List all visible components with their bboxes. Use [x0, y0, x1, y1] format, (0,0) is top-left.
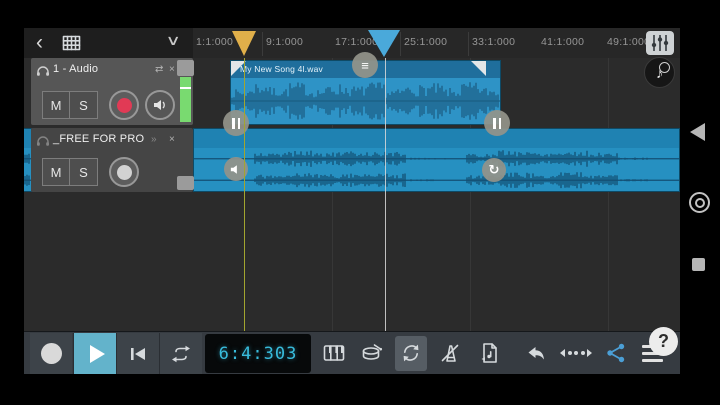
more-dots-icon	[560, 349, 592, 357]
track1-title: 1 - Audio	[53, 63, 98, 75]
play-icon	[90, 345, 105, 363]
trim-right-handle[interactable]	[484, 110, 510, 136]
clip-loop-handle[interactable]: ↻	[482, 158, 506, 182]
top-toolbar: ‹ ∨ 1:1:000 9:1:000 17:1:000 25:1:000 33…	[24, 28, 680, 59]
clip-waveform	[231, 78, 500, 124]
import-audio-button[interactable]	[479, 342, 501, 364]
bar-gridline	[608, 58, 609, 331]
close-icon[interactable]: ×	[169, 134, 175, 145]
ruler-tick: 25:1:000	[404, 36, 447, 48]
collapse-icon[interactable]: ⇄	[155, 64, 163, 75]
record-dot	[117, 98, 132, 113]
track2-mute-button[interactable]: M	[42, 158, 70, 186]
transport-bar: 6:4:303	[24, 331, 680, 374]
ruler-tick: 41:1:000	[541, 36, 584, 48]
undo-button[interactable]	[525, 342, 547, 364]
clip-header	[194, 129, 679, 148]
trim-bars-icon	[493, 118, 501, 129]
record-dot	[117, 165, 132, 180]
clip-name: My New Song 4l.wav	[240, 64, 323, 74]
record-button[interactable]	[30, 333, 72, 374]
arrangement-area[interactable]: My New Song 4l.wav ≡ ↻	[24, 58, 680, 331]
android-back-button[interactable]	[690, 123, 705, 141]
track1-record-arm-button[interactable]	[109, 90, 139, 120]
back-icon[interactable]: ‹	[36, 29, 43, 57]
track2-solo-button[interactable]: S	[70, 158, 98, 186]
track1-monitor-button[interactable]	[145, 90, 175, 120]
track2-panel: _FREE FOR PRO » × M S	[31, 128, 193, 192]
clip-waveform	[194, 148, 679, 191]
ruler-tick: 9:1:000	[266, 36, 303, 48]
sync-button[interactable]	[400, 342, 422, 364]
chevron-down-icon[interactable]: ∨	[165, 32, 180, 49]
share-button[interactable]	[605, 342, 627, 364]
volume-line	[180, 87, 191, 89]
clip-header	[24, 129, 31, 148]
play-button[interactable]	[73, 333, 116, 374]
loops-library-button[interactable]: ♪	[644, 57, 675, 88]
drums-button[interactable]	[361, 342, 383, 364]
audio-clip-track2[interactable]	[193, 128, 680, 192]
android-recents-button[interactable]	[692, 258, 705, 271]
clip-move-handle[interactable]: ≡	[352, 52, 378, 78]
left-toolbar: ‹ ∨	[24, 28, 194, 58]
track1-level-meter[interactable]	[180, 77, 191, 122]
more-options-button[interactable]	[565, 342, 587, 364]
playhead-marker[interactable]	[368, 30, 400, 57]
track1-mute-button[interactable]: M	[42, 91, 70, 119]
trim-bars-icon	[232, 118, 240, 129]
headphones-icon	[36, 64, 50, 82]
loop-marker-line	[244, 58, 245, 331]
ruler-tick: 49:1:000	[607, 36, 650, 48]
close-icon[interactable]: ×	[169, 64, 175, 75]
keyboard-button[interactable]	[323, 342, 345, 364]
track2-title: _FREE FOR PRO	[53, 133, 144, 145]
ruler-tick: 1:1:000	[196, 36, 233, 48]
note-icon: ♪	[656, 65, 663, 81]
record-icon	[41, 343, 62, 364]
metronome-button[interactable]	[439, 342, 461, 364]
track1-fader-handle[interactable]	[177, 60, 194, 76]
track1-solo-button[interactable]: S	[70, 91, 98, 119]
clip-waveform	[24, 148, 31, 191]
loop-marker[interactable]	[232, 31, 256, 56]
android-home-button[interactable]	[689, 192, 710, 213]
title-overflow-icon: »	[151, 134, 157, 145]
fade-out-handle[interactable]	[471, 61, 486, 76]
headphones-icon	[36, 134, 50, 152]
time-value: 6:4:303	[219, 344, 298, 364]
ruler-divider	[400, 32, 401, 56]
track1-panel: 1 - Audio ⇄ × M S	[31, 58, 193, 125]
help-button[interactable]: ?	[649, 327, 678, 356]
daw-app-window: ‹ ∨ 1:1:000 9:1:000 17:1:000 25:1:000 33…	[24, 28, 680, 374]
trim-left-handle[interactable]	[223, 110, 249, 136]
rewind-to-start-button[interactable]	[116, 333, 159, 374]
time-display[interactable]: 6:4:303	[205, 334, 311, 373]
ruler-divider	[468, 32, 469, 56]
mixer-button[interactable]	[646, 31, 674, 55]
track2-record-arm-button[interactable]	[109, 157, 139, 187]
grid-view-icon[interactable]	[62, 35, 81, 56]
ruler-divider	[262, 32, 263, 56]
playhead-line	[385, 58, 386, 331]
track2-resize-handle[interactable]	[177, 176, 194, 190]
loop-button[interactable]	[159, 333, 202, 374]
ruler-tick: 33:1:000	[472, 36, 515, 48]
